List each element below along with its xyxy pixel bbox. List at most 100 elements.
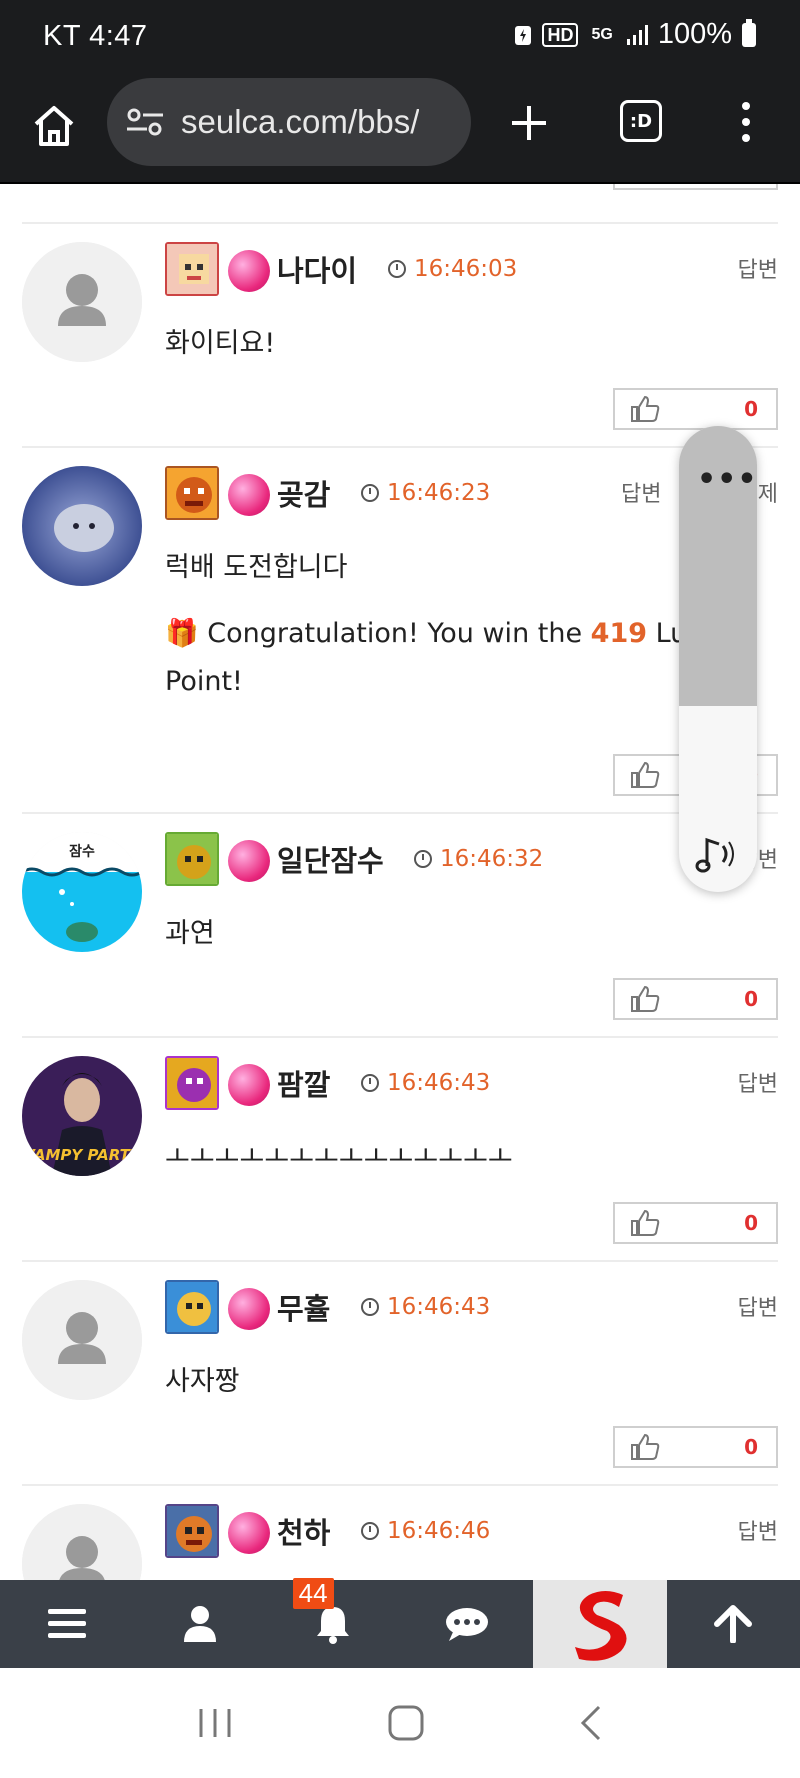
bell-icon: [317, 1607, 350, 1644]
nickname[interactable]: 일단잠수: [277, 838, 384, 880]
thumbs-up-icon: [631, 395, 660, 422]
timestamp: 16:46:43: [361, 1070, 490, 1096]
clock-icon: [361, 484, 379, 502]
site-settings-icon[interactable]: [125, 107, 165, 137]
like-count: 0: [744, 987, 758, 1011]
user-icon: [183, 1606, 216, 1642]
level-badge-icon: [165, 1504, 219, 1558]
nickname[interactable]: 곶감: [277, 472, 330, 514]
battery-percent: 100%: [657, 18, 732, 50]
menu-icon: [47, 1609, 86, 1638]
timestamp: 16:46:46: [361, 1518, 490, 1544]
reply-button[interactable]: 답변: [738, 252, 778, 284]
recent-apps-icon[interactable]: [197, 1707, 233, 1739]
reply-button[interactable]: 답변: [738, 1290, 778, 1322]
member-gem-icon: [228, 250, 270, 292]
avatar: [22, 1504, 142, 1580]
thumbs-up-icon: [631, 761, 660, 788]
avatar-label: VAMPY PARTY: [23, 1146, 142, 1164]
member-gem-icon: [228, 1288, 270, 1330]
new-tab-icon[interactable]: [508, 102, 550, 144]
like-button[interactable]: 0: [613, 388, 778, 430]
status-bar: KT 4:47 HD 5G 100%: [0, 0, 800, 74]
clock-icon: [388, 260, 406, 278]
avatar: 잠수: [22, 832, 142, 952]
site-logo[interactable]: [533, 1580, 667, 1668]
nav-menu-button[interactable]: [0, 1580, 133, 1668]
member-gem-icon: [228, 1064, 270, 1106]
url-bar[interactable]: seulca.com/bbs/: [107, 78, 471, 166]
avatar: [22, 242, 142, 362]
floating-media-panel[interactable]: •••: [679, 426, 757, 892]
nickname[interactable]: 무휼: [277, 1286, 330, 1328]
like-button[interactable]: 0: [613, 978, 778, 1020]
member-gem-icon: [228, 474, 270, 516]
like-count: 0: [744, 397, 758, 421]
nickname[interactable]: 팜깔: [277, 1062, 330, 1104]
reply-button[interactable]: 답변: [621, 476, 661, 508]
gift-icon: 🎁: [165, 618, 199, 649]
comment-item: VAMPY PARTY 팜깔 16:46:43 답변 ㅗㅗㅗㅗㅗㅗㅗㅗㅗㅗㅗㅗㅗ…: [0, 1038, 800, 1260]
nav-notifications-button[interactable]: 44: [267, 1578, 400, 1668]
more-icon[interactable]: •••: [697, 462, 757, 497]
comment-item: 무휼 16:46:43 답변 사자짱 0: [0, 1262, 800, 1484]
notification-badge: 44: [292, 1578, 334, 1609]
music-icon[interactable]: [693, 834, 743, 874]
like-button[interactable]: 0: [613, 1426, 778, 1468]
nav-scroll-top-button[interactable]: [667, 1580, 800, 1668]
signal-icon: [626, 24, 648, 45]
clock-icon: [361, 1298, 379, 1316]
url-text[interactable]: seulca.com/bbs/: [181, 103, 419, 141]
thumbs-up-icon: [631, 985, 660, 1012]
clock-icon: [414, 850, 432, 868]
like-button[interactable]: 0: [613, 1202, 778, 1244]
comment-text: 과연: [165, 918, 215, 949]
reply-button[interactable]: 답변: [738, 1066, 778, 1098]
home-nav-icon[interactable]: [388, 1705, 424, 1741]
prize-amount: 419: [590, 618, 648, 649]
thumbs-up-icon: [631, 1433, 660, 1460]
reply-button[interactable]: 답변: [738, 1514, 778, 1546]
avatar: VAMPY PARTY: [22, 1056, 142, 1176]
comment-text: ㅗㅗㅗㅗㅗㅗㅗㅗㅗㅗㅗㅗㅗㅗ: [165, 1142, 513, 1173]
status-time: KT 4:47: [43, 20, 148, 52]
member-gem-icon: [228, 840, 270, 882]
nav-chat-button[interactable]: [400, 1580, 533, 1668]
comment-item: 나다이 16:46:03 답변 화이티요! 0: [0, 224, 800, 446]
nickname[interactable]: 나다이: [277, 248, 357, 290]
member-gem-icon: [228, 1512, 270, 1554]
battery-icon: [742, 18, 756, 47]
timestamp: 16:46:23: [361, 480, 490, 506]
level-badge-icon: [165, 832, 219, 886]
level-badge-icon: [165, 1280, 219, 1334]
avatar: [22, 1280, 142, 1400]
clock-icon: [361, 1522, 379, 1540]
like-count: 0: [744, 1435, 758, 1459]
previous-like-box[interactable]: [613, 184, 778, 190]
system-navigation: [0, 1668, 800, 1778]
avatar: [22, 466, 142, 586]
tab-switcher-button[interactable]: :D: [620, 100, 662, 142]
like-count: 0: [744, 1211, 758, 1235]
timestamp: 16:46:03: [388, 256, 517, 282]
5g-icon: 5G: [591, 25, 613, 43]
level-badge-icon: [165, 242, 219, 296]
clock-icon: [361, 1074, 379, 1092]
comment-text: 럭배 도전합니다: [165, 552, 348, 583]
battery-saver-icon: [515, 25, 532, 45]
timestamp: 16:46:43: [361, 1294, 490, 1320]
chat-icon: [445, 1608, 488, 1641]
nav-profile-button[interactable]: [133, 1580, 266, 1668]
level-badge-icon: [165, 466, 219, 520]
back-icon[interactable]: [579, 1705, 603, 1741]
bottom-nav: 44: [0, 1578, 800, 1668]
avatar-label: 잠수: [69, 843, 95, 860]
hd-icon: HD: [542, 22, 579, 47]
more-options-icon[interactable]: [736, 100, 756, 144]
arrow-up-icon: [714, 1605, 753, 1643]
thumbs-up-icon: [631, 1209, 660, 1236]
nickname[interactable]: 천하: [277, 1510, 330, 1552]
home-icon[interactable]: [30, 102, 78, 150]
comment-item: 천하 16:46:46 답변: [0, 1486, 800, 1580]
browser-toolbar: seulca.com/bbs/ :D: [0, 74, 800, 184]
